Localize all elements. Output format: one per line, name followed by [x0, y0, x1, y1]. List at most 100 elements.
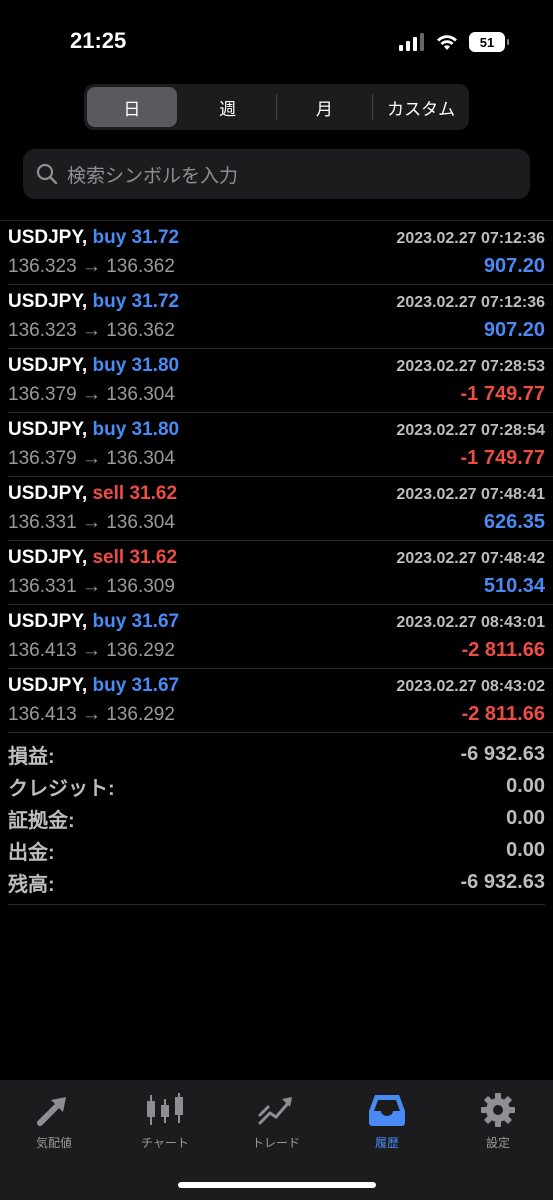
deal-profit: -2 811.66 [461, 639, 545, 661]
tab-day[interactable]: 日 [87, 87, 177, 127]
deal-side: buy [92, 227, 127, 248]
summary-label: 証拠金: [8, 809, 75, 832]
segment-divider [275, 94, 277, 120]
deal-row[interactable]: USDJPY, buy 31.67 2023.02.27 08:43:02 13… [8, 669, 553, 733]
deal-symbol: USDJPY, buy 31.67 [8, 611, 179, 633]
deal-side: buy [92, 419, 127, 440]
deal-profit: -1 749.77 [460, 383, 545, 405]
deal-time: 2023.02.27 07:28:53 [396, 358, 545, 375]
tab-label: チャート [141, 1136, 189, 1150]
battery-icon: 51 [469, 32, 509, 52]
trade-trend-icon [258, 1097, 292, 1125]
deal-profit: 510.34 [483, 575, 545, 597]
deal-profit: -1 749.77 [460, 447, 545, 469]
summary-label: 損益: [8, 745, 55, 768]
deal-profit: -2 811.66 [461, 703, 545, 725]
deal-volume: 31.67 [131, 611, 180, 632]
deal-side: sell [92, 483, 125, 504]
deals-list: USDJPY, buy 31.72 2023.02.27 07:12:36 13… [0, 220, 553, 733]
deal-time: 2023.02.27 08:43:02 [396, 678, 545, 695]
summary-profit: 損益: -6 932.63 [8, 738, 545, 770]
tab-history[interactable]: 履歴 [337, 1092, 437, 1151]
deal-symbol: USDJPY, buy 31.80 [8, 419, 179, 441]
deal-prices: 136.413 → 136.292 [8, 704, 175, 725]
summary-credit: クレジット: 0.00 [8, 770, 545, 802]
quotes-arrows-icon [37, 1097, 66, 1126]
symbol-name: USDJPY, [8, 291, 88, 312]
deal-prices: 136.331 → 136.309 [8, 576, 175, 597]
search-placeholder: 検索シンボルを入力 [67, 164, 239, 187]
status-icons: 51 [399, 31, 509, 53]
deal-symbol: USDJPY, buy 31.67 [8, 675, 179, 697]
deal-time: 2023.02.27 08:43:01 [396, 614, 545, 631]
tab-week[interactable]: 週 [183, 87, 273, 127]
deal-symbol: USDJPY, sell 31.62 [8, 547, 177, 569]
status-time: 21:25 [70, 28, 127, 53]
wifi-icon [437, 35, 457, 50]
segment-divider [372, 94, 374, 120]
account-summary: 損益: -6 932.63 クレジット: 0.00 証拠金: 0.00 出金: 0.00… [8, 738, 545, 905]
deal-row[interactable]: USDJPY, buy 31.72 2023.02.27 07:12:36 13… [8, 221, 553, 285]
tab-settings[interactable]: 設定 [448, 1092, 548, 1151]
deal-prices: 136.379 → 136.304 [8, 448, 175, 469]
deal-time: 2023.02.27 07:48:41 [396, 486, 545, 503]
gear-icon [481, 1093, 515, 1127]
tab-custom[interactable]: カスタム [376, 87, 466, 127]
status-bar: 21:25 51 [0, 0, 553, 80]
tab-chart[interactable]: チャート [115, 1092, 215, 1151]
deal-prices: 136.323 → 136.362 [8, 256, 175, 277]
deal-row[interactable]: USDJPY, buy 31.80 2023.02.27 07:28:54 13… [8, 413, 553, 477]
period-segmented-control: 日 週 月 カスタム [84, 84, 469, 130]
summary-withdrawal: 出金: 0.00 [8, 834, 545, 866]
deal-side: buy [92, 611, 127, 632]
home-indicator [178, 1182, 376, 1188]
summary-label: クレジット: [8, 777, 115, 800]
summary-label: 出金: [8, 841, 55, 864]
candlestick-chart-icon [147, 1093, 183, 1125]
tab-quotes[interactable]: 気配値 [4, 1092, 104, 1151]
symbol-name: USDJPY, [8, 547, 88, 568]
summary-label: 残高: [8, 873, 55, 896]
deal-profit: 907.20 [483, 319, 545, 341]
deal-symbol: USDJPY, sell 31.62 [8, 483, 177, 505]
symbol-name: USDJPY, [8, 419, 88, 440]
deal-profit: 626.35 [483, 511, 545, 533]
deal-symbol: USDJPY, buy 31.72 [8, 227, 179, 249]
deal-prices: 136.323 → 136.362 [8, 320, 175, 341]
summary-value: 0.00 [506, 806, 545, 829]
deal-time: 2023.02.27 07:48:42 [396, 550, 545, 567]
deal-prices: 136.379 → 136.304 [8, 384, 175, 405]
tab-label: トレード [251, 1136, 300, 1150]
tab-label: 設定 [485, 1136, 510, 1150]
symbol-name: USDJPY, [8, 611, 88, 632]
summary-value: -6 932.63 [460, 870, 545, 893]
tab-trade[interactable]: トレード [226, 1092, 326, 1151]
deal-prices: 136.413 → 136.292 [8, 640, 175, 661]
deal-symbol: USDJPY, buy 31.72 [8, 291, 179, 313]
deal-row[interactable]: USDJPY, buy 31.67 2023.02.27 08:43:01 13… [8, 605, 553, 669]
search-input[interactable]: 検索シンボルを入力 [23, 149, 530, 199]
deal-side: buy [92, 291, 127, 312]
symbol-name: USDJPY, [8, 227, 88, 248]
cellular-signal-icon [399, 33, 424, 51]
deal-side: buy [92, 675, 127, 696]
deal-row[interactable]: USDJPY, buy 31.80 2023.02.27 07:28:53 13… [8, 349, 553, 413]
history-inbox-icon [369, 1095, 405, 1126]
deal-side: sell [92, 547, 125, 568]
deal-time: 2023.02.27 07:12:36 [396, 230, 545, 247]
deal-symbol: USDJPY, buy 31.80 [8, 355, 179, 377]
summary-deposit: 証拠金: 0.00 [8, 802, 545, 834]
tab-month[interactable]: 月 [280, 87, 370, 127]
deal-volume: 31.62 [129, 483, 178, 504]
deal-row[interactable]: USDJPY, sell 31.62 2023.02.27 07:48:42 1… [8, 541, 553, 605]
search-icon [36, 163, 58, 185]
deal-row[interactable]: USDJPY, buy 31.72 2023.02.27 07:12:36 13… [8, 285, 553, 349]
deal-time: 2023.02.27 07:28:54 [396, 422, 545, 439]
summary-balance: 残高: -6 932.63 [8, 866, 545, 898]
deal-prices: 136.331 → 136.304 [8, 512, 175, 533]
summary-value: -6 932.63 [460, 742, 545, 765]
deal-volume: 31.72 [131, 291, 180, 312]
summary-value: 0.00 [506, 838, 545, 861]
deal-row[interactable]: USDJPY, sell 31.62 2023.02.27 07:48:41 1… [8, 477, 553, 541]
symbol-name: USDJPY, [8, 355, 88, 376]
